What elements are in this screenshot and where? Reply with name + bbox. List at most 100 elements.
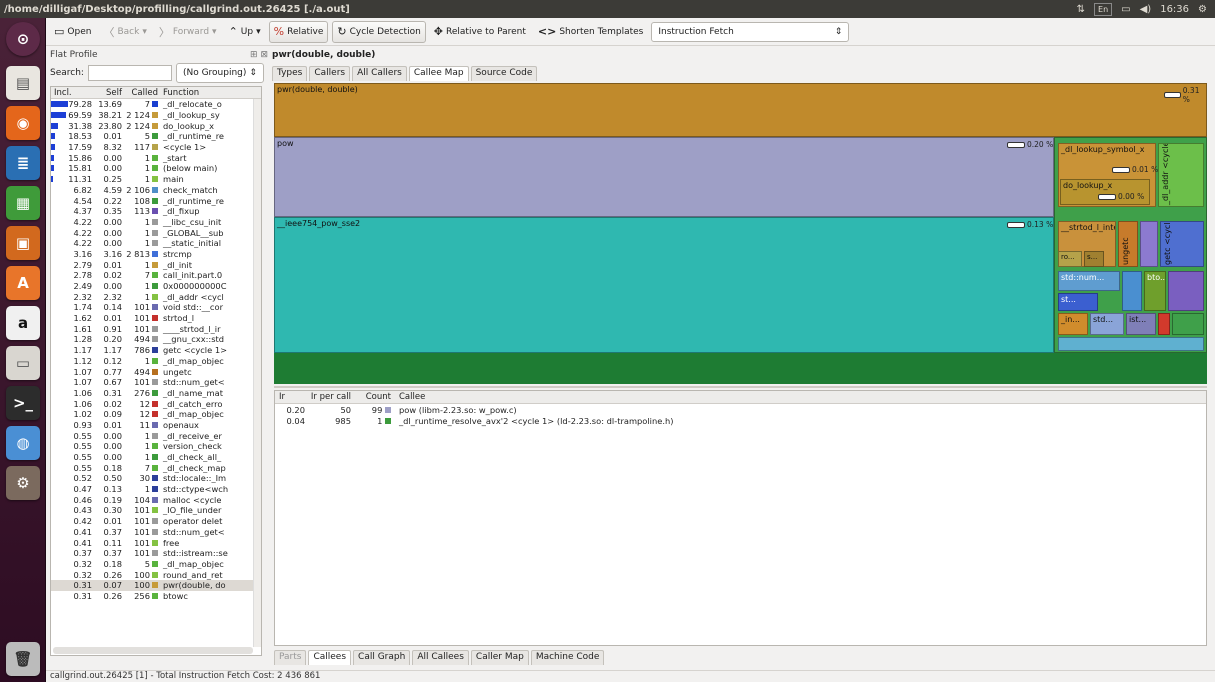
treemap-cell-std[interactable]: std... bbox=[1090, 313, 1124, 335]
treemap-cell-pow[interactable]: pow bbox=[274, 137, 1054, 217]
table-row[interactable]: 2.32 2.32 1 _dl_addr <cycl bbox=[51, 291, 261, 302]
table-row[interactable]: 17.59 8.32 117 <cycle 1> bbox=[51, 142, 261, 153]
trash-icon[interactable]: 🗑 bbox=[6, 642, 40, 676]
col-ir[interactable]: Ir bbox=[275, 392, 309, 402]
col-called[interactable]: Called bbox=[125, 88, 161, 98]
keyboard-indicator[interactable]: En bbox=[1094, 2, 1113, 16]
battery-icon[interactable]: ▭ bbox=[1121, 4, 1130, 15]
table-row[interactable]: 0.55 0.00 1 version_check bbox=[51, 441, 261, 452]
table-row[interactable]: 1.74 0.14 101 void std::__cor bbox=[51, 302, 261, 313]
tab-callees[interactable]: Callees bbox=[308, 650, 352, 665]
treemap-cell-small-d[interactable] bbox=[1168, 271, 1204, 311]
table-row[interactable]: 0.41 0.11 101 free bbox=[51, 537, 261, 548]
treemap-cell-getc[interactable]: getc <cycle 1> bbox=[1160, 221, 1204, 267]
treemap-cell-in[interactable]: _in... bbox=[1058, 313, 1088, 335]
col-callee[interactable]: Callee bbox=[395, 392, 1206, 402]
table-row[interactable]: 4.22 0.00 1 __static_initial bbox=[51, 238, 261, 249]
table-row[interactable]: 0.31 0.07 100 pwr(double, do bbox=[51, 579, 261, 591]
col-count[interactable]: Count bbox=[355, 392, 395, 402]
callee-treemap[interactable]: pwr(double, double) 0.31 % pow 0.20 % __… bbox=[274, 83, 1207, 384]
table-row[interactable]: 15.81 0.00 1 (below main) bbox=[51, 163, 261, 174]
table-row[interactable]: 2.78 0.02 7 call_init.part.0 bbox=[51, 270, 261, 281]
table-row[interactable]: 18.53 0.01 5 _dl_runtime_re bbox=[51, 131, 261, 142]
tab-caller-map[interactable]: Caller Map bbox=[470, 650, 529, 665]
view-splitter[interactable] bbox=[274, 386, 1207, 388]
treemap-cell-small-c[interactable]: bto... bbox=[1144, 271, 1166, 311]
treemap-cell-ungetc[interactable]: ungetc bbox=[1118, 221, 1138, 267]
relative-toggle[interactable]: % Relative bbox=[268, 20, 329, 43]
treemap-cell-small-a[interactable] bbox=[1140, 221, 1158, 267]
files-icon[interactable]: ▭ bbox=[6, 346, 40, 380]
open-button[interactable]: ▭ Open bbox=[50, 21, 95, 43]
tab-parts[interactable]: Parts bbox=[274, 650, 307, 665]
vertical-scrollbar[interactable] bbox=[253, 99, 261, 647]
panel-float-close-icon[interactable]: ⊞ ⊠ bbox=[250, 50, 268, 60]
table-row[interactable]: 2.49 0.00 1 0x000000000C bbox=[51, 281, 261, 292]
table-row[interactable]: 0.93 0.01 11 openaux bbox=[51, 420, 261, 431]
table-row[interactable]: 0.52 0.50 30 std::locale::_Im bbox=[51, 473, 261, 484]
kcachegrind-app-icon[interactable]: ▤ bbox=[6, 66, 40, 100]
treemap-cell-dl-addr[interactable]: _dl_addr <cycle 1 bbox=[1158, 143, 1204, 207]
table-row[interactable]: 3.16 3.16 2 813 strcmp bbox=[51, 249, 261, 260]
treemap-cell-num-get[interactable]: std::num... bbox=[1058, 271, 1120, 291]
table-row[interactable]: 11.31 0.25 1 main bbox=[51, 174, 261, 185]
impress-icon[interactable]: ▣ bbox=[6, 226, 40, 260]
table-row[interactable]: 2.79 0.01 1 _dl_init bbox=[51, 259, 261, 270]
cycle-detection-toggle[interactable]: ↻ Cycle Detection bbox=[332, 20, 426, 43]
table-row[interactable]: 0.37 0.37 101 std::istream::se bbox=[51, 548, 261, 559]
table-row[interactable]: 4.37 0.35 113 _dl_fixup bbox=[51, 206, 261, 217]
table-row[interactable]: 1.28 0.20 494 __gnu_cxx::std bbox=[51, 334, 261, 345]
tab-all-callees[interactable]: All Callees bbox=[412, 650, 469, 665]
clock[interactable]: 16:36 bbox=[1160, 4, 1189, 15]
treemap-cell-ieee754-pow[interactable]: __ieee754_pow_sse2 bbox=[274, 217, 1054, 353]
table-row[interactable]: 0.31 0.26 256 btowc bbox=[51, 591, 261, 602]
terminal-icon[interactable]: >_ bbox=[6, 386, 40, 420]
table-row[interactable]: 0.47 0.13 1 std::ctype<wch bbox=[51, 484, 261, 495]
col-self[interactable]: Self bbox=[95, 88, 125, 98]
col-function[interactable]: Function bbox=[161, 88, 261, 98]
table-row[interactable]: 15.86 0.00 1 _start bbox=[51, 152, 261, 163]
calc-icon[interactable]: ▦ bbox=[6, 186, 40, 220]
grouping-select[interactable]: (No Grouping) ⇕ bbox=[175, 63, 264, 83]
settings-gear-icon[interactable]: ⚙ bbox=[1198, 4, 1207, 15]
writer-icon[interactable]: ≣ bbox=[6, 146, 40, 180]
table-row[interactable]: 0.55 0.18 7 _dl_check_map bbox=[51, 462, 261, 473]
table-row[interactable]: 0.43 0.30 101 _IO_file_under bbox=[51, 505, 261, 516]
table-row[interactable]: 1.17 1.17 786 getc <cycle 1> bbox=[51, 345, 261, 356]
treemap-cell-s[interactable]: s... bbox=[1084, 251, 1104, 267]
table-row[interactable]: 1.02 0.09 12 _dl_map_objec bbox=[51, 409, 261, 420]
forward-button[interactable]: 〉 Forward ▾ bbox=[155, 21, 221, 43]
horizontal-scrollbar[interactable] bbox=[53, 647, 253, 654]
table-row[interactable]: 0.32 0.26 100 round_and_ret bbox=[51, 569, 261, 580]
table-row[interactable]: 4.22 0.00 1 __libc_csu_init bbox=[51, 217, 261, 228]
table-row[interactable]: 0.46 0.19 104 malloc <cycle bbox=[51, 494, 261, 505]
table-row[interactable]: 0.41 0.37 101 std::num_get< bbox=[51, 527, 261, 538]
col-ir-per-call[interactable]: Ir per call bbox=[309, 392, 355, 402]
software-center-icon[interactable]: A bbox=[6, 266, 40, 300]
table-row[interactable]: 0.55 0.00 1 _dl_check_all_ bbox=[51, 452, 261, 463]
treemap-cell-main[interactable]: pwr(double, double) bbox=[274, 83, 1207, 137]
table-row[interactable]: 79.28 13.69 7 _dl_relocate_o bbox=[51, 99, 261, 110]
table-row[interactable]: 31.38 23.80 2 124 do_lookup_x bbox=[51, 120, 261, 131]
table-row[interactable]: 1.07 0.77 494 ungetc bbox=[51, 366, 261, 377]
callee-row[interactable]: 0.04 985 1 _dl_runtime_resolve_avx'2 <cycl… bbox=[275, 415, 1206, 426]
treemap-cell-ro[interactable]: ro... bbox=[1058, 251, 1082, 267]
tab-types[interactable]: Types bbox=[272, 66, 308, 81]
table-row[interactable]: 1.62 0.01 101 strtod_l bbox=[51, 313, 261, 324]
table-row[interactable]: 1.07 0.67 101 std::num_get< bbox=[51, 377, 261, 388]
callee-row[interactable]: 0.20 50 99 pow (libm-2.23.so: w_pow.c) bbox=[275, 404, 1206, 415]
table-row[interactable]: 69.59 38.21 2 124 _dl_lookup_sy bbox=[51, 110, 261, 121]
tab-machine-code[interactable]: Machine Code bbox=[530, 650, 605, 665]
col-incl[interactable]: Incl. bbox=[51, 88, 95, 98]
firefox-icon[interactable]: ◉ bbox=[6, 106, 40, 140]
up-button[interactable]: ⌃ Up ▾ bbox=[225, 21, 265, 43]
system-settings-icon[interactable]: ⚙ bbox=[6, 466, 40, 500]
back-button[interactable]: 〈 Back ▾ bbox=[99, 21, 150, 43]
tab-all-callers[interactable]: All Callers bbox=[352, 66, 407, 81]
treemap-cell-ist[interactable]: ist... bbox=[1126, 313, 1156, 335]
table-row[interactable]: 4.22 0.00 1 _GLOBAL__sub bbox=[51, 227, 261, 238]
table-row[interactable]: 1.61 0.91 101 ____strtod_l_ir bbox=[51, 323, 261, 334]
treemap-cell-small-b[interactable] bbox=[1122, 271, 1142, 311]
search-input[interactable] bbox=[87, 65, 172, 81]
tab-callers[interactable]: Callers bbox=[309, 66, 351, 81]
